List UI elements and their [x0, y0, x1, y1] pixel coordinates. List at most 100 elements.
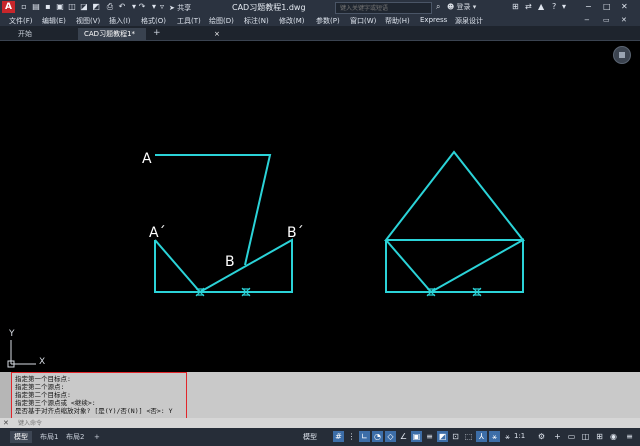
undo-icon[interactable]: ↶	[118, 3, 126, 11]
cloud-save-icon[interactable]: ◩	[92, 3, 100, 11]
ortho-icon[interactable]: ∟	[359, 431, 370, 442]
snap-icon[interactable]: ⋮	[346, 431, 357, 442]
customize-menu-icon[interactable]: ≡	[624, 431, 635, 442]
model-space-button[interactable]: 模型	[303, 432, 317, 442]
annotation-highlight-box	[11, 372, 187, 424]
layout-tab-model[interactable]: 模型	[10, 431, 32, 443]
help-icon[interactable]: ?	[552, 2, 556, 11]
annotation-scale[interactable]: 1:1	[514, 432, 525, 440]
share-label: 共享	[177, 4, 192, 12]
label-b-prime: B´	[287, 225, 304, 241]
target-triangle-left	[154, 238, 293, 294]
layout-tab-layout1[interactable]: 布局1	[36, 431, 62, 443]
menu-modify[interactable]: 修改(M)	[279, 16, 305, 26]
search-box[interactable]	[335, 2, 432, 14]
a360-icon[interactable]: ▲	[538, 2, 544, 11]
search-icon[interactable]: ⌕	[436, 2, 440, 12]
label-a-prime: A´	[149, 225, 166, 241]
help-dropdown-icon[interactable]: ▾	[562, 2, 566, 11]
command-close-icon[interactable]: ✕	[3, 419, 9, 427]
maximize-icon[interactable]: □	[603, 2, 611, 11]
title-bar: A ▫ ▤ ▪ ▣ ◫ ◪ ◩ ⎙ ↶ ▾ ↷ ▾ ▿ ➤ 共享 CAD习题教程…	[0, 0, 640, 14]
cloud-open-icon[interactable]: ◪	[80, 3, 88, 11]
quick-access-menu-icon[interactable]: ▿	[158, 3, 166, 11]
menu-window[interactable]: 窗口(W)	[350, 16, 376, 26]
menu-close-icon[interactable]: ✕	[621, 16, 627, 24]
menu-view[interactable]: 视图(V)	[76, 16, 100, 26]
grid-icon[interactable]: #	[333, 431, 344, 442]
object-snap-tracking-icon[interactable]: ∠	[398, 431, 409, 442]
quick-properties-icon[interactable]: ◫	[580, 431, 591, 442]
web-save-icon[interactable]: ◫	[68, 3, 76, 11]
open-folder-icon[interactable]: ▤	[32, 3, 40, 11]
ucs-x-label: X	[39, 357, 45, 367]
redo-dropdown-icon[interactable]: ▾	[150, 3, 158, 11]
menu-restore-icon[interactable]: ▭	[603, 16, 610, 24]
menu-tools[interactable]: 工具(T)	[177, 16, 201, 26]
pentagon-top-triangle	[383, 150, 526, 241]
login-label: 登录	[456, 3, 471, 11]
menu-minimize-icon[interactable]: −	[584, 16, 590, 24]
menu-yuanquan[interactable]: 源泉设计	[455, 16, 483, 26]
3d-snap-icon[interactable]: ⬚	[463, 431, 474, 442]
user-icon: ☻	[447, 3, 455, 11]
share-button[interactable]: ➤ 共享	[169, 3, 191, 13]
file-tab-bar: 开始 CAD习题教程1* × +	[0, 26, 640, 41]
menu-bar: 文件(F) 编辑(E) 视图(V) 插入(I) 格式(O) 工具(T) 绘图(D…	[0, 14, 640, 26]
selection-cycling-icon[interactable]: ⊡	[450, 431, 461, 442]
menu-dimension[interactable]: 标注(N)	[244, 16, 269, 26]
viewcube-face-icon[interactable]	[619, 52, 625, 58]
command-input-row: ✕	[0, 418, 640, 428]
ucs-icon	[7, 340, 36, 368]
tab-start-label: 开始	[18, 30, 32, 38]
menu-insert[interactable]: 插入(I)	[109, 16, 131, 26]
menu-format[interactable]: 格式(O)	[141, 16, 166, 26]
menu-parametric[interactable]: 参数(P)	[316, 16, 340, 26]
units-icon[interactable]: ▭	[566, 431, 577, 442]
transparency-icon[interactable]: ◩	[437, 431, 448, 442]
object-snap-icon[interactable]: ▣	[411, 431, 422, 442]
isodraft-icon[interactable]: ◇	[385, 431, 396, 442]
auto-scale-icon[interactable]: ⚹	[502, 431, 513, 442]
search-input[interactable]	[340, 3, 428, 13]
label-b: B	[225, 254, 235, 270]
status-bar: 模型 布局1 布局2 + 模型 # ⋮ ∟ ◔ ◇ ∠ ▣ ≡ ◩ ⊡ ⬚ ⅄ …	[0, 428, 640, 446]
viewcube[interactable]	[613, 46, 631, 64]
save-as-icon[interactable]: ▣	[56, 3, 64, 11]
command-input[interactable]	[18, 419, 318, 427]
share-icon: ➤	[169, 4, 175, 12]
undo-dropdown-icon[interactable]: ▾	[130, 3, 138, 11]
tab-close-icon[interactable]: ×	[214, 28, 220, 40]
add-layout-icon[interactable]: +	[90, 431, 104, 443]
tab-start[interactable]: 开始	[8, 28, 70, 40]
new-file-icon[interactable]: ▫	[20, 3, 28, 11]
menu-edit[interactable]: 编辑(E)	[42, 16, 66, 26]
lineweight-icon[interactable]: ≡	[424, 431, 435, 442]
tab-document[interactable]: CAD习题教程1* ×	[78, 28, 220, 40]
close-icon[interactable]: ✕	[621, 2, 628, 11]
polar-icon[interactable]: ◔	[372, 431, 383, 442]
workspace-gear-icon[interactable]: ⚙	[536, 431, 547, 442]
isolate-objects-icon[interactable]: ◉	[608, 431, 619, 442]
cart-icon[interactable]: ⊞	[512, 2, 519, 11]
lock-ui-icon[interactable]: ⊞	[594, 431, 605, 442]
drawing-canvas[interactable]: A A´ B B´ Y X	[0, 40, 640, 372]
tab-document-label: CAD习题教程1*	[84, 30, 136, 38]
dynamic-ucs-icon[interactable]: ⅄	[476, 431, 487, 442]
save-icon[interactable]: ▪	[44, 3, 52, 11]
menu-draw[interactable]: 绘图(D)	[209, 16, 234, 26]
login-button[interactable]: ☻ 登录 ▾	[447, 2, 476, 12]
app-logo[interactable]: A	[2, 1, 15, 13]
minimize-icon[interactable]: −	[585, 2, 592, 11]
print-icon[interactable]: ⎙	[106, 3, 114, 11]
exchange-icon[interactable]: ⇄	[525, 2, 532, 11]
ucs-y-label: Y	[8, 329, 15, 339]
layout-tab-layout2[interactable]: 布局2	[62, 431, 88, 443]
menu-express[interactable]: Express	[420, 16, 447, 24]
menu-help[interactable]: 帮助(H)	[385, 16, 410, 26]
annotation-visibility-icon[interactable]: ⚹	[489, 431, 500, 442]
redo-icon[interactable]: ↷	[138, 3, 146, 11]
menu-file[interactable]: 文件(F)	[9, 16, 33, 26]
annotation-monitor-icon[interactable]: +	[552, 431, 563, 442]
new-tab-icon[interactable]: +	[153, 28, 161, 38]
